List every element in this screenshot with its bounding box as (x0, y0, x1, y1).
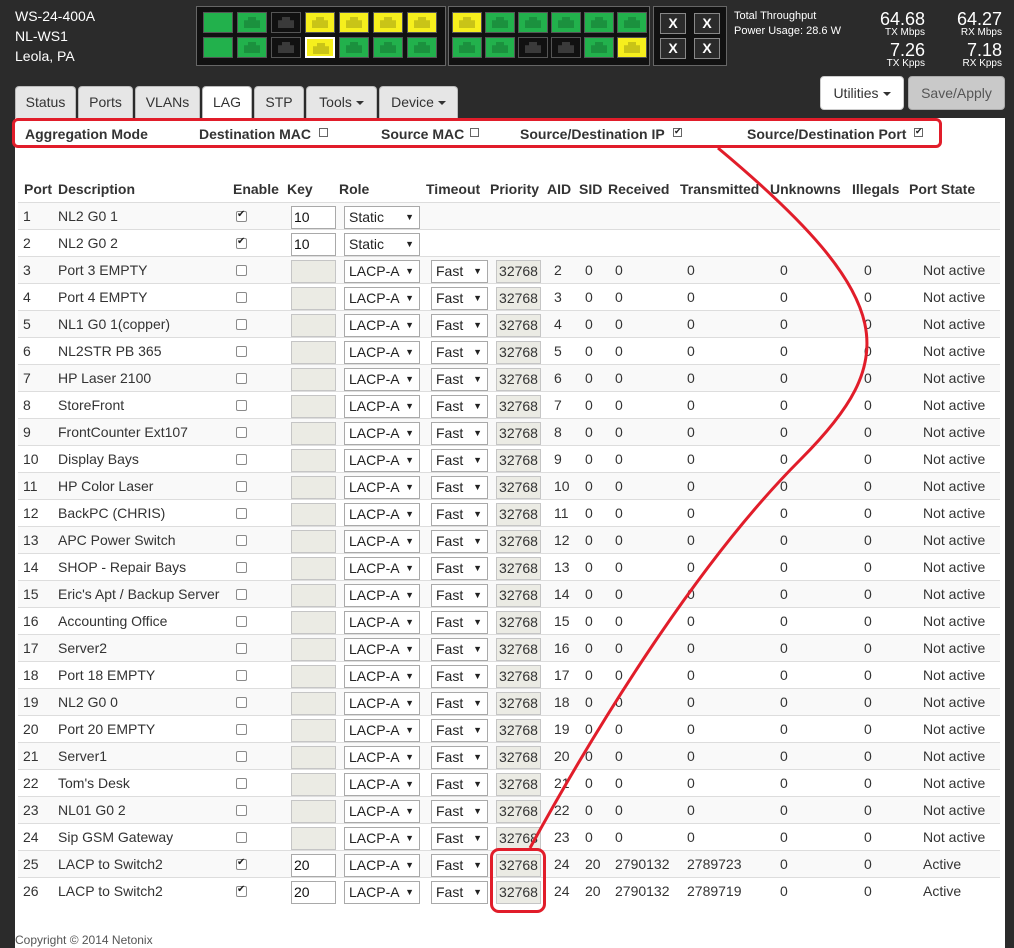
annotation-arrow (528, 146, 869, 849)
footer-copyright: Copyright © 2014 Netonix (15, 933, 153, 947)
annotation-arrow-path (528, 146, 869, 849)
